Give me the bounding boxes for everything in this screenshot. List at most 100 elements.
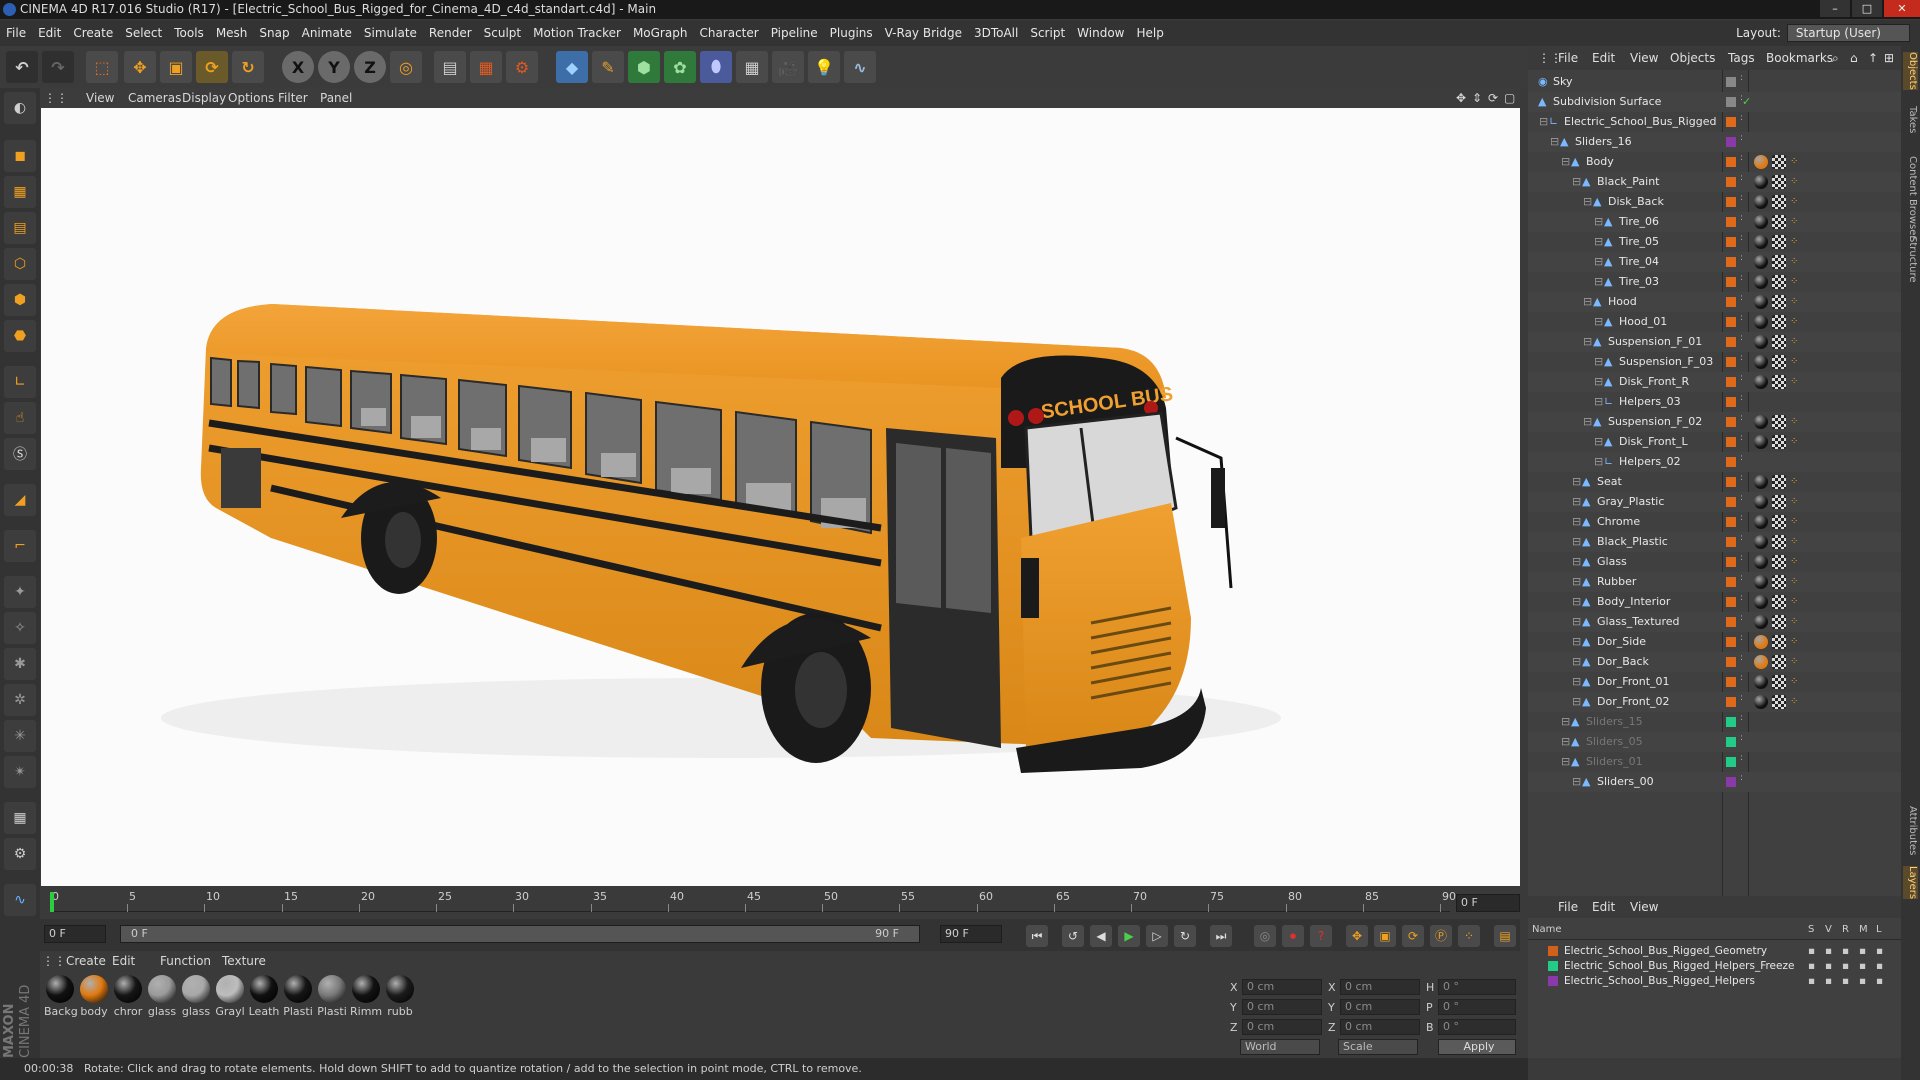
object-row[interactable]: ◉ Sky: xyxy=(1528,72,1901,92)
layer-color-swatch[interactable] xyxy=(1726,137,1736,147)
object-name[interactable]: Body_Interior xyxy=(1597,592,1670,612)
menu-plugins[interactable]: Plugins xyxy=(824,20,879,46)
material-swatch[interactable]: Grayl xyxy=(214,975,246,1018)
om-new-view-icon[interactable]: ⊞ xyxy=(1884,46,1894,70)
layer-color-swatch[interactable] xyxy=(1726,617,1736,627)
key-position-icon[interactable]: ✥ xyxy=(1346,925,1368,947)
layer-menu-edit[interactable]: Edit xyxy=(1592,896,1615,918)
tree-expand-icon[interactable]: ⊟ xyxy=(1572,572,1581,592)
menu-render[interactable]: Render xyxy=(423,20,478,46)
visibility-dots-icon[interactable]: : xyxy=(1740,433,1743,443)
object-row[interactable]: ▲ Subdivision Surface: ✓ xyxy=(1528,92,1901,112)
tree-expand-icon[interactable]: ⊟ xyxy=(1594,432,1603,452)
menu-3dtoall[interactable]: 3DToAll xyxy=(968,20,1024,46)
camera-icon[interactable]: 🎥 xyxy=(772,51,804,83)
go-to-end-icon[interactable]: ⏭ xyxy=(1210,925,1232,947)
object-name[interactable]: Dor_Front_02 xyxy=(1597,692,1670,712)
visibility-dots-icon[interactable]: : xyxy=(1740,293,1743,303)
texture-tag-icon[interactable] xyxy=(1772,255,1786,269)
object-name[interactable]: Black_Plastic xyxy=(1597,532,1668,552)
texture-tag-icon[interactable] xyxy=(1772,355,1786,369)
om-menu-view[interactable]: View xyxy=(1630,46,1658,70)
keyframe-selection-icon[interactable]: ? xyxy=(1310,925,1332,947)
object-name[interactable]: Tire_03 xyxy=(1619,272,1659,292)
size-mode-dropdown[interactable]: Scale xyxy=(1338,1039,1418,1055)
tree-expand-icon[interactable]: ⊟ xyxy=(1594,352,1603,372)
object-name[interactable]: Disk_Front_R xyxy=(1619,372,1689,392)
object-row[interactable]: ⊟ ▲ Black_Plastic: ⁘ xyxy=(1528,532,1901,552)
selection-tag-icon[interactable]: ⁘ xyxy=(1790,692,1798,712)
material-swatch[interactable]: Rimm xyxy=(350,975,382,1018)
layer-render-toggle-icon[interactable]: ▪ xyxy=(1842,974,1849,989)
menu-mesh[interactable]: Mesh xyxy=(210,20,254,46)
visibility-dots-icon[interactable]: : xyxy=(1740,333,1743,343)
selection-tag-icon[interactable]: ⁘ xyxy=(1790,272,1798,292)
current-frame-field[interactable]: 0 F xyxy=(1456,894,1520,912)
workplane-mode-icon[interactable]: ▤ xyxy=(4,212,36,244)
scale-icon[interactable]: ▣ xyxy=(160,51,192,83)
autokey-icon[interactable]: ⏺ xyxy=(1282,925,1304,947)
visibility-dots-icon[interactable]: : xyxy=(1740,133,1743,143)
layer-color-swatch[interactable] xyxy=(1726,497,1736,507)
side-tab-content-browser[interactable]: Content Browser xyxy=(1903,156,1918,239)
key-pla-icon[interactable]: ⁘ xyxy=(1458,925,1480,947)
material-tag-icon[interactable] xyxy=(1754,415,1768,429)
menu-character[interactable]: Character xyxy=(693,20,764,46)
material-swatch[interactable]: Backg xyxy=(44,975,78,1018)
pos-z-field[interactable]: 0 cm xyxy=(1242,1019,1322,1035)
material-menu-create[interactable]: Create xyxy=(66,951,106,971)
material-tag-icon[interactable] xyxy=(1754,155,1768,169)
snapping-icon[interactable]: ◢ xyxy=(4,484,36,516)
layer-color-swatch[interactable] xyxy=(1726,597,1736,607)
selection-tag-icon[interactable]: ⁘ xyxy=(1790,492,1798,512)
tree-expand-icon[interactable]: ⊟ xyxy=(1594,312,1603,332)
texture-tag-icon[interactable] xyxy=(1772,295,1786,309)
enabled-check-icon[interactable]: ✓ xyxy=(1742,92,1751,112)
material-tag-icon[interactable] xyxy=(1754,515,1768,529)
material-tag-icon[interactable] xyxy=(1754,355,1768,369)
object-row[interactable]: ⊟ ∟ Helpers_03: xyxy=(1528,392,1901,412)
layer-color-swatch[interactable] xyxy=(1726,517,1736,527)
material-menu-edit[interactable]: Edit xyxy=(112,951,135,971)
object-row[interactable]: ⊟ ▲ Seat: ⁘ xyxy=(1528,472,1901,492)
texture-tag-icon[interactable] xyxy=(1772,495,1786,509)
tree-expand-icon[interactable]: ⊟ xyxy=(1572,692,1581,712)
material-swatch[interactable]: glass xyxy=(146,975,178,1018)
layer-color-swatch[interactable] xyxy=(1726,177,1736,187)
menu-script[interactable]: Script xyxy=(1024,20,1071,46)
tweak-mode-icon[interactable]: ☝ xyxy=(4,402,36,434)
selection-tag-icon[interactable]: ⁘ xyxy=(1790,652,1798,672)
selection-tag-icon[interactable]: ⁘ xyxy=(1790,292,1798,312)
selection-tag-icon[interactable]: ⁘ xyxy=(1790,432,1798,452)
object-name[interactable]: Sliders_15 xyxy=(1586,712,1643,732)
selection-tag-icon[interactable]: ⁘ xyxy=(1790,572,1798,592)
material-tag-icon[interactable] xyxy=(1754,615,1768,629)
selection-tag-icon[interactable]: ⁘ xyxy=(1790,512,1798,532)
layer-color-swatch[interactable] xyxy=(1726,417,1736,427)
texture-tag-icon[interactable] xyxy=(1772,195,1786,209)
tree-expand-icon[interactable]: ⊟ xyxy=(1594,232,1603,252)
visibility-dots-icon[interactable]: : xyxy=(1740,453,1743,463)
object-row[interactable]: ⊟ ▲ Suspension_F_02: ⁘ xyxy=(1528,412,1901,432)
visibility-dots-icon[interactable]: : xyxy=(1740,473,1743,483)
texture-tag-icon[interactable] xyxy=(1772,315,1786,329)
rot-h-field[interactable]: 0 ° xyxy=(1438,979,1516,995)
symmetry-icon[interactable]: ✦ xyxy=(4,576,36,608)
object-name[interactable]: Tire_06 xyxy=(1619,212,1659,232)
object-row[interactable]: ⊟ ▲ Disk_Front_R: ⁘ xyxy=(1528,372,1901,392)
selection-tag-icon[interactable]: ⁘ xyxy=(1790,552,1798,572)
layer-color-swatch[interactable] xyxy=(1726,677,1736,687)
visibility-dots-icon[interactable]: : xyxy=(1740,153,1743,163)
close-icon[interactable]: ✕ xyxy=(1884,0,1920,17)
material-swatch[interactable]: chror xyxy=(112,975,144,1018)
object-row[interactable]: ⊟ ▲ Gray_Plastic: ⁘ xyxy=(1528,492,1901,512)
deformer-icon[interactable]: ⬮ xyxy=(700,51,732,83)
layer-color-swatch[interactable] xyxy=(1726,737,1736,747)
rotate-icon[interactable]: ⟳ xyxy=(196,51,228,83)
texture-tag-icon[interactable] xyxy=(1772,415,1786,429)
go-to-start-icon[interactable]: ⏮ xyxy=(1026,925,1048,947)
visibility-dots-icon[interactable]: : xyxy=(1740,73,1743,83)
tree-expand-icon[interactable]: ⊟ xyxy=(1583,192,1592,212)
menu-v-ray-bridge[interactable]: V-Ray Bridge xyxy=(879,20,968,46)
tree-expand-icon[interactable]: ⊟ xyxy=(1594,272,1603,292)
